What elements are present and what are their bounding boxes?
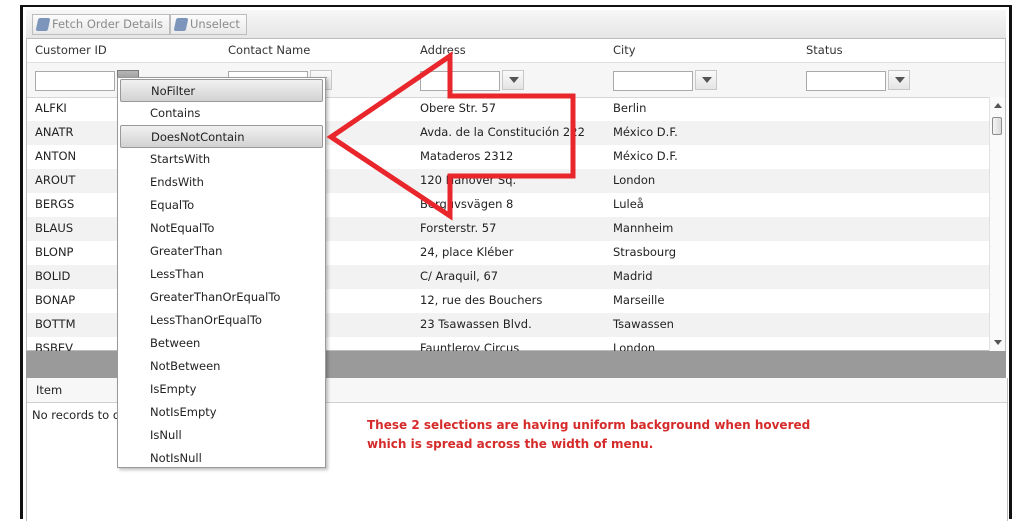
- red-arrow-shape: [326, 51, 576, 221]
- annotation-line-1: These 2 selections are having uniform ba…: [367, 418, 811, 432]
- annotation-line-2: which is spread across the width of menu…: [367, 437, 654, 451]
- annotation-note: These 2 selections are having uniform ba…: [367, 416, 810, 454]
